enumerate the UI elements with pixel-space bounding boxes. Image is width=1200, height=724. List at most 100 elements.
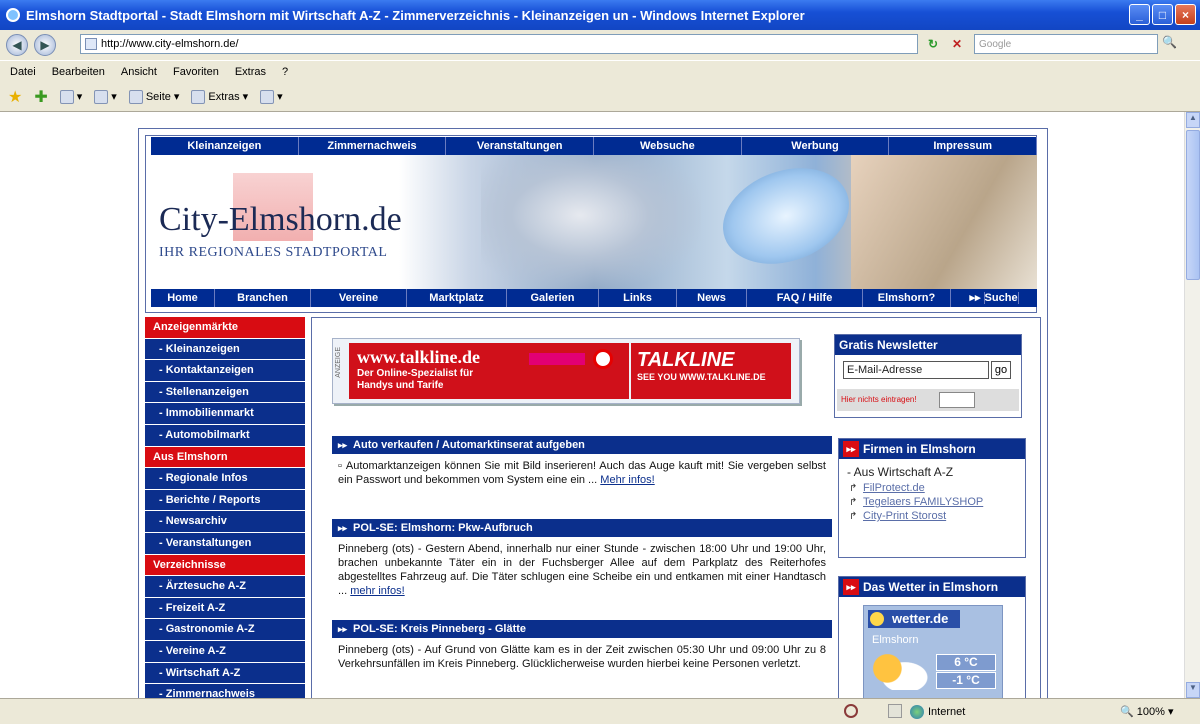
sidebar-item-kontaktanzeigen[interactable]: - Kontaktanzeigen (145, 360, 305, 382)
go-button[interactable]: go (991, 361, 1011, 379)
sidebar-item-vereine[interactable]: - Vereine A-Z (145, 640, 305, 663)
topnav-impressum[interactable]: Impressum (889, 137, 1038, 155)
logo-title[interactable]: City-Elmshorn.de (159, 201, 402, 239)
vertical-scrollbar[interactable]: ▲ ▼ (1184, 112, 1200, 698)
nav-suche[interactable]: ▸▸ Suche (951, 289, 1037, 307)
double-arrow-icon: ▸▸ (843, 579, 859, 595)
news-item: ▸▸ Auto verkaufen / Automarktinserat aufg… (332, 436, 832, 492)
scroll-down-icon[interactable]: ▼ (1186, 682, 1200, 698)
search-icon[interactable]: 🔍 (1162, 35, 1180, 53)
double-arrow-icon: ▸▸ (338, 624, 348, 634)
sidebar-item-gastronomie[interactable]: - Gastronomie A-Z (145, 619, 305, 641)
help-button[interactable]: ▾ (260, 89, 283, 104)
minimize-button[interactable]: _ (1129, 4, 1150, 25)
banner-mouse-image (709, 155, 863, 281)
temp-high: 6 °C (936, 654, 996, 671)
image-placeholder-icon: ▫ (338, 460, 346, 472)
forward-button[interactable]: ▶ (34, 34, 56, 56)
topnav-kleinanzeigen[interactable]: Kleinanzeigen (151, 137, 299, 155)
nav-galerien[interactable]: Galerien (507, 289, 599, 307)
favorites-star-icon[interactable]: ★ (8, 87, 22, 107)
sidebar: Anzeigenmärkte - Kleinanzeigen - Kontakt… (145, 317, 305, 698)
nav-marktplatz[interactable]: Marktplatz (407, 289, 507, 307)
scroll-up-icon[interactable]: ▲ (1186, 112, 1200, 128)
nav-faq[interactable]: FAQ / Hilfe (747, 289, 863, 307)
sidebar-item-immobilienmarkt[interactable]: - Immobilienmarkt (145, 403, 305, 425)
tmobile-logo-icon (529, 353, 585, 365)
firmen-link[interactable]: ↱ Tegelaers FAMILYSHOP (839, 495, 1025, 509)
topnav-websuche[interactable]: Websuche (594, 137, 742, 155)
maximize-button[interactable]: □ (1152, 4, 1173, 25)
topnav-veranstaltungen[interactable]: Veranstaltungen (446, 137, 595, 155)
email-field[interactable]: E-Mail-Adresse (843, 361, 989, 379)
weather-widget[interactable]: wetter.de Elmshorn 6 °C -1 °C (863, 605, 1003, 698)
refresh-icon[interactable]: ↻ (924, 35, 942, 53)
sidebar-item-veranstaltungen[interactable]: - Veranstaltungen (145, 532, 305, 555)
menu-favoriten[interactable]: Favoriten (173, 66, 219, 78)
sidebar-head-verzeichnisse: Verzeichnisse (145, 554, 305, 577)
news-more-link[interactable]: Mehr infos! (600, 474, 654, 486)
firmen-link-label: Tegelaers FAMILYSHOP (863, 496, 984, 508)
sidebar-item-newsarchiv[interactable]: - Newsarchiv (145, 511, 305, 533)
tools-menu-label: Extras (208, 90, 240, 103)
page-menu-button[interactable]: Seite ▾ (128, 89, 179, 104)
window-title: Elmshorn Stadtportal - Stadt Elmshorn mi… (26, 7, 805, 23)
sidebar-item-stellenanzeigen[interactable]: - Stellenanzeigen (145, 381, 305, 404)
double-arrow-icon: ▸▸ (843, 441, 859, 457)
wetter-title: Das Wetter in Elmshorn (863, 580, 999, 594)
sidebar-item-regionale-infos[interactable]: - Regionale Infos (145, 468, 305, 490)
banner-people-image (851, 155, 1037, 289)
sidebar-item-aerztesuche[interactable]: - Ärztesuche A-Z (145, 576, 305, 598)
window-titlebar: Elmshorn Stadtportal - Stadt Elmshorn mi… (0, 0, 1200, 30)
sidebar-item-wirtschaft[interactable]: - Wirtschaft A-Z (145, 662, 305, 685)
sidebar-item-freizeit[interactable]: - Freizeit A-Z (145, 597, 305, 620)
menu-bar: Datei Bearbeiten Ansicht Favoriten Extra… (0, 60, 1200, 82)
news-more-link[interactable]: mehr infos! (350, 585, 404, 597)
url-input[interactable]: http://www.city-elmshorn.de/ (80, 34, 918, 54)
close-button[interactable]: × (1175, 4, 1196, 25)
link-arrow-icon: ↱ (849, 511, 858, 522)
news-title-bar[interactable]: ▸▸ POL-SE: Elmshorn: Pkw-Aufbruch (332, 519, 832, 537)
newsletter-box: Gratis Newsletter E-Mail-Adresse go Hier… (834, 334, 1022, 418)
tools-menu-button[interactable]: Extras ▾ (191, 89, 248, 104)
stop-icon[interactable]: ✕ (948, 35, 966, 53)
security-zone[interactable]: Internet (910, 705, 965, 719)
menu-help[interactable]: ? (282, 66, 288, 78)
menu-bearbeiten[interactable]: Bearbeiten (52, 66, 105, 78)
sidebar-item-zimmernachweis[interactable]: - Zimmernachweis (145, 684, 305, 698)
nav-suche-label: Suche (984, 292, 1019, 304)
news-item: ▸▸ POL-SE: Kreis Pinneberg - Glätte Pinne… (332, 620, 832, 676)
zoom-level[interactable]: 🔍 100% ▾ (1120, 705, 1173, 718)
firmen-link[interactable]: ↱ City-Print Storost (839, 509, 1025, 523)
print-button[interactable]: ▾ (94, 89, 117, 104)
menu-extras[interactable]: Extras (235, 66, 266, 78)
honeypot-input[interactable] (939, 392, 975, 408)
menu-datei[interactable]: Datei (10, 66, 36, 78)
news-title: POL-SE: Kreis Pinneberg - Glätte (353, 623, 527, 635)
sidebar-item-berichte[interactable]: - Berichte / Reports (145, 489, 305, 512)
gear-icon (191, 89, 206, 104)
firmen-link[interactable]: ↱ FilProtect.de (839, 481, 1025, 495)
topnav-zimmernachweis[interactable]: Zimmernachweis (299, 137, 447, 155)
sidebar-item-kleinanzeigen[interactable]: - Kleinanzeigen (145, 338, 305, 361)
nav-news[interactable]: News (677, 289, 747, 307)
nav-elmshorn[interactable]: Elmshorn? (863, 289, 951, 307)
nav-links[interactable]: Links (599, 289, 677, 307)
topnav-werbung[interactable]: Werbung (742, 137, 890, 155)
ad-banner[interactable]: ANZEIGE www.talkline.de Der Online-Spezi… (332, 338, 800, 404)
nav-home[interactable]: Home (151, 289, 215, 307)
news-title-bar[interactable]: ▸▸ POL-SE: Kreis Pinneberg - Glätte (332, 620, 832, 638)
link-arrow-icon: ↱ (849, 497, 858, 508)
privacy-icon[interactable] (844, 704, 858, 718)
add-favorites-icon[interactable]: ✚ (34, 87, 47, 107)
search-input[interactable]: Google (974, 34, 1158, 54)
back-button[interactable]: ◀ (6, 34, 28, 56)
scroll-thumb[interactable] (1186, 130, 1200, 280)
nav-vereine[interactable]: Vereine (311, 289, 407, 307)
news-title-bar[interactable]: ▸▸ Auto verkaufen / Automarktinserat aufg… (332, 436, 832, 454)
nav-branchen[interactable]: Branchen (215, 289, 311, 307)
sidebar-item-automobilmarkt[interactable]: - Automobilmarkt (145, 424, 305, 447)
protected-mode-icon[interactable] (888, 704, 902, 718)
home-button[interactable]: ▾ (59, 89, 82, 104)
menu-ansicht[interactable]: Ansicht (121, 66, 157, 78)
